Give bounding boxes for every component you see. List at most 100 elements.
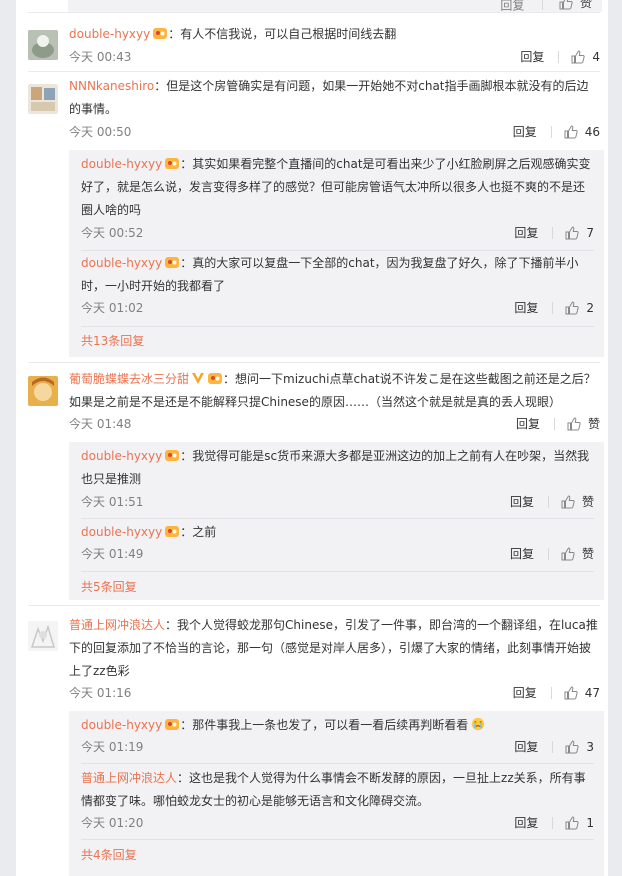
like-button[interactable]: 赞: [567, 414, 600, 434]
reply-list: double-hyxyy ：那件事我上一条也发了，可以看一看后续再判断看看 今天 …: [69, 711, 604, 876]
like-button[interactable]: 47: [564, 683, 600, 703]
colon: ：: [168, 27, 181, 41]
reply-username[interactable]: double-hyxyy: [81, 256, 162, 270]
like-button[interactable]: 46: [564, 122, 600, 142]
like-count: 47: [584, 686, 600, 700]
reply-button[interactable]: 回复: [514, 298, 538, 318]
fan-badge-icon: [165, 719, 180, 730]
reply-divider: [81, 326, 594, 327]
reply-meta: 今天 01:49 回复 赞: [81, 544, 594, 564]
reply-item: double-hyxyy ：我觉得可能是sc货币来源大多都是亚洲这边的加上之前有人…: [81, 445, 594, 509]
comment-divider: [28, 362, 600, 363]
avatar-image: [28, 621, 58, 651]
action-separator: [552, 741, 554, 753]
action-separator: [552, 227, 554, 239]
more-replies-link[interactable]: 共5条回复: [81, 578, 137, 595]
reply-button[interactable]: 回复: [514, 223, 538, 243]
reply-item: double-hyxyy ：那件事我上一条也发了，可以看一看后续再判断看看 今天 …: [81, 714, 594, 754]
like-button[interactable]: 赞: [561, 492, 594, 512]
reply-username[interactable]: double-hyxyy: [81, 525, 162, 539]
like-count: 4: [592, 50, 600, 64]
comment-content: 有人不信我说，可以自己根据时间线去翻: [180, 27, 397, 41]
avatar-image: [28, 84, 58, 114]
reply-username[interactable]: double-hyxyy: [81, 449, 162, 463]
reply-button[interactable]: 回复: [514, 737, 538, 757]
reply-username[interactable]: double-hyxyy: [81, 718, 162, 732]
colon: ：: [180, 449, 193, 463]
like-button[interactable]: 2: [565, 298, 594, 318]
reply-button[interactable]: 回复: [513, 683, 537, 703]
reply-time: 今天 01:20: [81, 816, 144, 830]
comment-divider: [28, 71, 600, 72]
reply-username[interactable]: double-hyxyy: [81, 157, 162, 171]
fan-badge-icon: [165, 257, 180, 268]
reply-button[interactable]: 回复: [513, 122, 537, 142]
action-separator: [552, 817, 554, 829]
action-separator: [550, 126, 552, 138]
reply-meta: 今天 01:51 回复 赞: [81, 492, 594, 512]
previous-replies-box: 回复 赞: [68, 0, 602, 13]
like-button[interactable]: 赞: [559, 0, 592, 11]
colon: ：: [165, 618, 178, 632]
reply-meta: 今天 00:52 回复 7: [81, 223, 594, 243]
like-button[interactable]: 赞: [561, 544, 594, 564]
like-count: 赞: [587, 417, 600, 431]
avatar-image: [28, 376, 58, 406]
thumbs-up-icon: [564, 125, 578, 139]
more-replies-link[interactable]: 共13条回复: [81, 332, 144, 349]
reply-button[interactable]: 回复: [520, 47, 544, 67]
reply-meta: 今天 01:20 回复 1: [81, 813, 594, 833]
reply-content: 之前: [192, 525, 217, 539]
like-count: 1: [586, 816, 594, 830]
action-separator: [542, 0, 544, 10]
reply-button[interactable]: 回复: [516, 414, 540, 434]
reply-time: 今天 01:02: [81, 301, 144, 315]
comment-time: 今天 01:48: [69, 417, 132, 431]
fan-badge-icon: [208, 373, 223, 384]
avatar[interactable]: [28, 621, 58, 651]
like-count: 2: [586, 301, 594, 315]
avatar[interactable]: [28, 84, 58, 114]
like-count: 赞: [581, 547, 594, 561]
reply-text: double-hyxyy ：其实如果看完整个直播间的chat是可看出来少了小红脸刷…: [81, 153, 594, 222]
reply-text: double-hyxyy ：真的大家可以复盘一下全部的chat，因为我复盘了好久，…: [81, 252, 594, 298]
comment-divider: [28, 605, 600, 606]
reply-button[interactable]: 回复: [510, 492, 534, 512]
reply-button[interactable]: 回复: [514, 813, 538, 833]
comment-username[interactable]: 葡萄脆蝶蝶去冰三分甜: [69, 372, 189, 386]
comment-username[interactable]: double-hyxyy: [69, 27, 150, 41]
thumbs-up-icon: [559, 0, 573, 9]
thumbs-up-icon: [564, 686, 578, 700]
like-button[interactable]: 3: [565, 737, 594, 757]
reply-button[interactable]: 回复: [500, 0, 524, 13]
reply-username[interactable]: 普通上网冲浪达人: [81, 771, 177, 785]
reply-time: 今天 01:49: [81, 547, 144, 561]
comment-username[interactable]: NNNkaneshiro: [69, 79, 154, 93]
reply-divider: [81, 518, 594, 519]
action-separator: [547, 496, 549, 508]
comment-time: 今天 00:43: [69, 50, 132, 64]
reply-text: double-hyxyy ：之前: [81, 521, 594, 544]
like-count: 7: [586, 226, 594, 240]
like-button[interactable]: 7: [565, 223, 594, 243]
verified-v-icon: [192, 373, 205, 384]
avatar[interactable]: [28, 376, 58, 406]
like-button[interactable]: 1: [565, 813, 594, 833]
reply-button[interactable]: 回复: [510, 544, 534, 564]
thumbs-up-icon: [571, 50, 586, 64]
more-replies-link[interactable]: 共4条回复: [81, 846, 137, 863]
colon: ：: [223, 372, 236, 386]
like-count: 46: [584, 125, 600, 139]
comment-text: 葡萄脆蝶蝶去冰三分甜 ：想问一下mizuchi点草chat说不许发こ是在这些截图之…: [69, 368, 600, 414]
thumbs-up-icon: [565, 301, 580, 315]
reply-item: double-hyxyy ：其实如果看完整个直播间的chat是可看出来少了小红脸刷…: [81, 153, 594, 240]
comment-time: 今天 01:16: [69, 686, 132, 700]
reply-time: 今天 00:52: [81, 226, 144, 240]
like-button[interactable]: 4: [571, 47, 600, 67]
reply-item: double-hyxyy ：之前 今天 01:49 回复 赞: [81, 521, 594, 561]
thumbs-up-icon: [565, 816, 580, 830]
comment-username[interactable]: 普通上网冲浪达人: [69, 618, 165, 632]
avatar[interactable]: [28, 30, 58, 60]
comment-time: 今天 00:50: [69, 125, 132, 139]
thumbs-up-icon: [565, 740, 580, 754]
